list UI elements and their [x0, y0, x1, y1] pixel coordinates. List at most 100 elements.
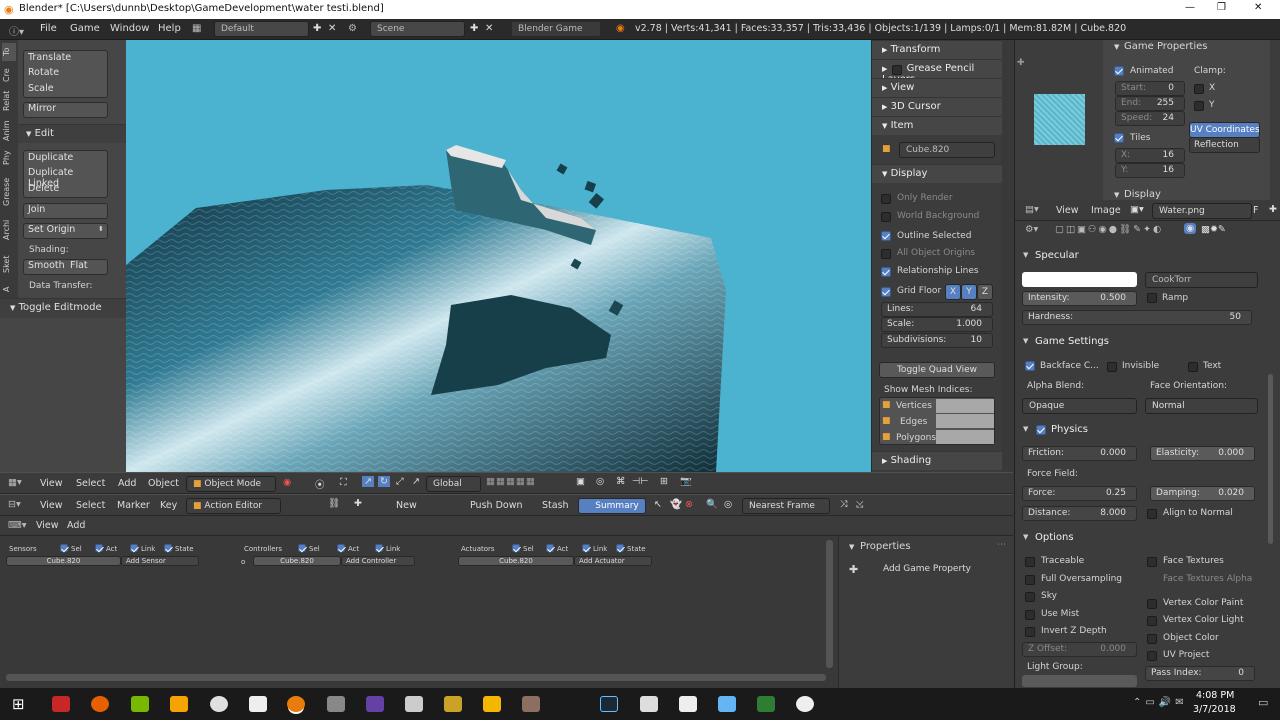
full-oversampling-checkbox[interactable]: [1025, 575, 1035, 585]
editor-type-icon[interactable]: ⚙▾: [1025, 224, 1038, 235]
add-icon[interactable]: ✚: [1269, 204, 1277, 215]
action-menu-key[interactable]: Key: [160, 500, 177, 511]
mode-select[interactable]: ■ Object Mode: [186, 476, 276, 492]
uv-project-checkbox[interactable]: [1147, 651, 1157, 661]
view3d-menu-object[interactable]: Object: [148, 478, 179, 489]
app-icon-11[interactable]: [444, 696, 462, 712]
viewport-shading-icon[interactable]: ◉: [283, 477, 291, 488]
clamp-y-checkbox[interactable]: [1194, 101, 1204, 111]
transform-orientation-select[interactable]: Global: [426, 476, 481, 492]
only-render-checkbox[interactable]: [881, 194, 891, 204]
tab-physics[interactable]: Phy: [2, 148, 16, 168]
actuators-link-checkbox[interactable]: [582, 544, 590, 552]
view3d-menu-select[interactable]: Select: [76, 478, 105, 489]
toggle-editmode-panel[interactable]: ▼ Toggle Editmode: [0, 298, 126, 318]
duplicate-linked-button[interactable]: Duplicate Linked: [24, 166, 107, 189]
tab-relations[interactable]: Relat: [2, 88, 16, 114]
edges-toggle[interactable]: Edges: [900, 417, 927, 427]
tray-icons[interactable]: ⌃▭🔊✉: [1133, 697, 1188, 708]
face-textures-checkbox[interactable]: [1147, 557, 1157, 567]
actuators-object-name[interactable]: Cube.820: [458, 556, 574, 566]
windows-start-icon[interactable]: ⊞: [12, 695, 25, 713]
logic-menu-add[interactable]: Add: [67, 520, 85, 531]
menu-game[interactable]: Game: [70, 23, 100, 34]
sky-checkbox[interactable]: [1025, 592, 1035, 602]
grid-subdivisions-field[interactable]: Subdivisions: 10: [881, 333, 993, 348]
add-icon[interactable]: ✚: [1017, 58, 1025, 68]
tab-create[interactable]: Cre: [2, 64, 16, 86]
maximize-button[interactable]: ❐: [1217, 2, 1226, 13]
vertex-color-paint-checkbox[interactable]: [1147, 599, 1157, 609]
screen-layout-field[interactable]: Default: [214, 21, 309, 37]
steam-icon[interactable]: [600, 696, 618, 712]
ramp-checkbox[interactable]: [1147, 293, 1157, 303]
distance-field[interactable]: Distance: 8.000: [1022, 506, 1137, 521]
grid-lines-field[interactable]: Lines: 64: [881, 302, 993, 317]
scene-field[interactable]: Scene: [370, 21, 465, 37]
close-button[interactable]: ✕: [1254, 2, 1262, 13]
panel-grip-icon[interactable]: ⋯: [997, 540, 1006, 550]
sensors-link-checkbox[interactable]: [130, 544, 138, 552]
tab-addon[interactable]: A: [2, 282, 16, 296]
filter-selected-icon[interactable]: ↖: [654, 499, 662, 510]
view3d-menu-add[interactable]: Add: [118, 478, 136, 489]
app-icon-8[interactable]: [327, 696, 345, 712]
axis-x-toggle[interactable]: X: [945, 284, 961, 300]
outline-selected-checkbox[interactable]: [881, 231, 891, 241]
properties-panel-title[interactable]: Properties: [860, 541, 911, 552]
grid-scale-field[interactable]: Scale: 1.000: [881, 317, 993, 332]
snap-toggle-icon[interactable]: ⌘: [616, 476, 626, 487]
smooth-button[interactable]: Smooth: [24, 259, 65, 274]
image-name-field[interactable]: Water.png: [1152, 203, 1252, 219]
uv-coordinates-toggle[interactable]: UV Coordinates: [1189, 122, 1260, 138]
3d-cursor-panel[interactable]: ▶ 3D Cursor: [872, 97, 1002, 116]
edit-panel-header[interactable]: ▼ Edit: [18, 124, 126, 143]
game-properties-title[interactable]: Game Properties: [1124, 41, 1208, 52]
shading-panel[interactable]: ▶ Shading: [872, 451, 1002, 470]
image-menu-image[interactable]: Image: [1091, 205, 1121, 216]
tab-tools[interactable]: To: [2, 43, 16, 61]
mirror-button[interactable]: Mirror: [24, 102, 107, 117]
axis-z-toggle[interactable]: Z: [977, 284, 993, 300]
traceable-checkbox[interactable]: [1025, 557, 1035, 567]
gamepad-icon[interactable]: [679, 696, 697, 712]
display-panel-title[interactable]: Display: [1124, 189, 1161, 200]
nvidia-icon[interactable]: [131, 696, 149, 712]
layers-grid-icon[interactable]: ▦▦▦▦▦: [486, 476, 536, 487]
auto-snap-select[interactable]: Nearest Frame: [742, 498, 830, 514]
new-action-icon[interactable]: ✚: [354, 498, 362, 509]
light-group-field[interactable]: [1022, 675, 1137, 687]
controllers-act-checkbox[interactable]: [337, 544, 345, 552]
add-sensor-select[interactable]: Add Sensor: [121, 556, 199, 566]
app-icon-17[interactable]: [718, 696, 736, 712]
menu-window[interactable]: Window: [110, 23, 149, 34]
force-field[interactable]: Force: 0.25: [1022, 486, 1137, 501]
intensity-field[interactable]: Intensity: 0.500: [1022, 291, 1137, 306]
rotate-manipulator-icon[interactable]: ↻: [378, 476, 390, 487]
sensors-object-name[interactable]: Cube.820: [6, 556, 121, 566]
physics-section-header[interactable]: Physics: [1017, 422, 1267, 440]
translate-button[interactable]: Translate: [24, 51, 107, 66]
delete-button[interactable]: Delete: [24, 182, 107, 197]
menu-file[interactable]: File: [40, 23, 57, 34]
clamp-x-checkbox[interactable]: [1194, 84, 1204, 94]
scene-icon[interactable]: ⚙: [348, 23, 357, 34]
tiles-checkbox[interactable]: [1114, 133, 1124, 143]
tab-sketchfab[interactable]: Sket: [2, 250, 16, 278]
logic-horizontal-scrollbar[interactable]: [6, 674, 826, 681]
tab-grease-pencil[interactable]: Grease: [2, 172, 16, 212]
tab-archimesh[interactable]: Archi: [2, 215, 16, 245]
all-object-origins-checkbox[interactable]: [881, 249, 891, 259]
opengl-render-icon[interactable]: 📷: [680, 476, 692, 487]
add-scene-icon[interactable]: ✚: [470, 23, 478, 34]
object-name-field[interactable]: Cube.820: [899, 142, 995, 158]
summary-toggle[interactable]: Summary: [578, 498, 646, 514]
sensors-sel-checkbox[interactable]: [60, 544, 68, 552]
firefox-icon[interactable]: [91, 696, 109, 712]
logic-menu-view[interactable]: View: [36, 520, 59, 531]
unity-icon[interactable]: [249, 696, 267, 712]
align-to-normal-checkbox[interactable]: [1147, 509, 1157, 519]
world-background-checkbox[interactable]: [881, 212, 891, 222]
action-menu-select[interactable]: Select: [76, 500, 105, 511]
manipulator-toggle-icon[interactable]: ⛶: [340, 477, 347, 488]
